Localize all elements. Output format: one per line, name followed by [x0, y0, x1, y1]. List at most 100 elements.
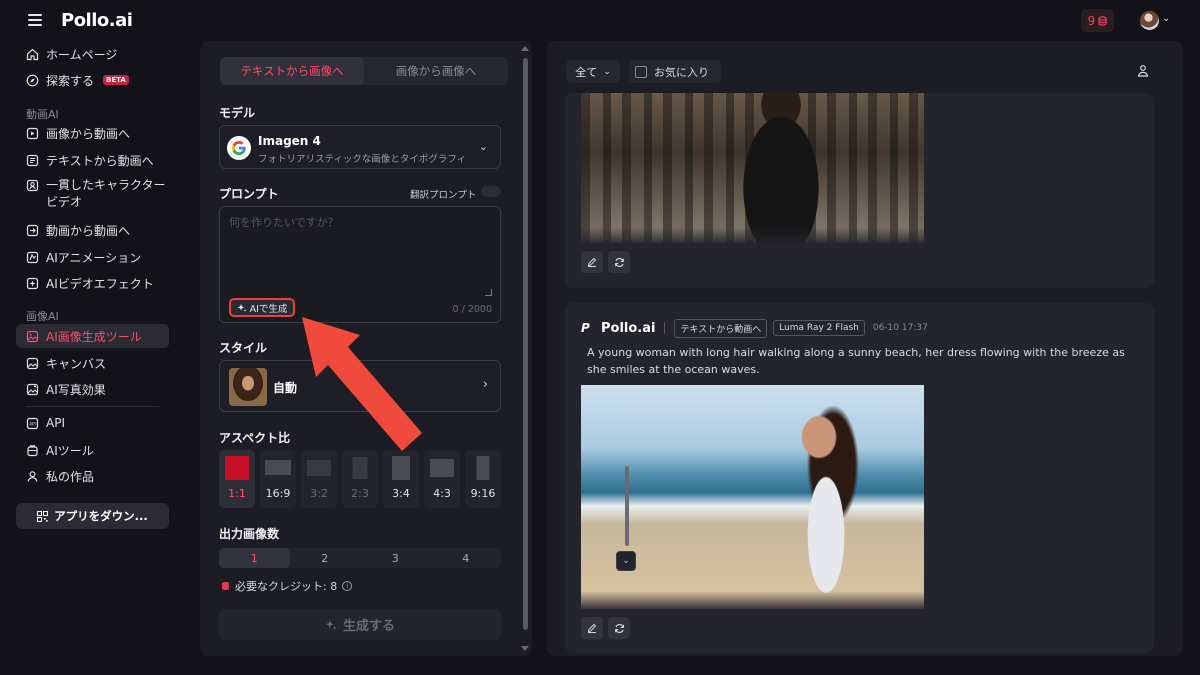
translate-toggle[interactable]: [481, 186, 501, 197]
ratio-label: 3:2: [310, 487, 328, 500]
favorites-checkbox[interactable]: [635, 65, 647, 78]
scrollbar-thumb[interactable]: [523, 58, 528, 630]
generator-panel: テキストから画像へ 画像から画像へ モデル Imagen 4 フォトリアリスティ…: [200, 41, 532, 656]
ratio-option[interactable]: 3:4: [383, 450, 419, 508]
mode-chip: テキストから動画へ: [674, 318, 768, 338]
favorites-label: お気に入り: [654, 65, 709, 79]
model-chip: Luma Ray 2 Flash: [773, 320, 865, 336]
filter-dropdown[interactable]: 全て ⌄: [566, 60, 620, 83]
chevron-down-icon[interactable]: ⌄: [1162, 13, 1170, 24]
tools-icon: [27, 444, 38, 456]
prompt-textarea[interactable]: 何を作りたいですか？ AIで生成 0 / 2000: [219, 206, 501, 323]
style-select[interactable]: 自動 ›: [219, 360, 501, 412]
download-app-button[interactable]: アプリをダウン...: [16, 503, 169, 529]
count-option[interactable]: 4: [431, 548, 502, 568]
ratio-option[interactable]: 9:16: [465, 450, 501, 508]
output-count-label: 出力画像数: [219, 527, 280, 541]
user-share-icon[interactable]: [1136, 64, 1150, 78]
sidebar-item-ai-photo-effect[interactable]: AI写真効果: [16, 377, 169, 401]
resize-handle[interactable]: [485, 289, 492, 296]
ratio-option[interactable]: 3:2: [301, 450, 337, 508]
count-option[interactable]: 1: [219, 548, 290, 568]
coin-icon: [1098, 15, 1107, 26]
generate-label: 生成する: [342, 619, 395, 634]
app-logo[interactable]: Pollo.ai: [61, 10, 133, 31]
favorites-filter[interactable]: お気に入り: [629, 60, 721, 83]
model-name: Imagen 4: [258, 134, 321, 148]
sidebar-item-ai-tools[interactable]: AIツール: [16, 438, 169, 462]
avatar[interactable]: [1140, 11, 1159, 30]
image-video-icon: [26, 127, 39, 139]
sidebar-item-ai-video-effect[interactable]: AIビデオエフェクト: [16, 271, 169, 295]
result-image[interactable]: [581, 93, 924, 243]
ratio-option[interactable]: 4:3: [424, 450, 460, 508]
sidebar-item-text-to-video[interactable]: テキストから動画へ: [16, 148, 169, 172]
tab-text-to-image[interactable]: テキストから画像へ: [220, 57, 364, 85]
google-logo-icon: [227, 136, 251, 160]
chevron-down-icon: ⌄: [622, 556, 630, 566]
ratio-option[interactable]: 2:3: [342, 450, 378, 508]
model-select[interactable]: Imagen 4 フォトリアリスティックな画像とタイポグラフィ ⌄: [219, 125, 501, 169]
ai-generate-label: AIで生成: [249, 303, 288, 315]
result-card: P Pollo.ai テキストから動画へ Luma Ray 2 Flash 06…: [565, 303, 1154, 653]
ratio-shape: [430, 459, 454, 477]
ratio-label: 1:1: [228, 487, 246, 500]
ratio-shape: [307, 460, 331, 476]
regenerate-button[interactable]: [608, 617, 630, 639]
translate-prompt-label: 翻訳プロンプト: [410, 190, 477, 201]
ratio-label: 2:3: [351, 487, 369, 500]
pencil-icon: [587, 623, 597, 633]
credits-badge[interactable]: 9: [1081, 9, 1114, 32]
svg-text:API: API: [29, 421, 36, 426]
regenerate-button[interactable]: [608, 251, 630, 273]
model-label: モデル: [219, 106, 256, 120]
ai-generate-prompt-button[interactable]: AIで生成: [229, 298, 295, 317]
sparkle-icon: [237, 303, 246, 312]
scroll-down-arrow[interactable]: [521, 646, 529, 651]
panel-scrollbar[interactable]: [520, 46, 530, 654]
sidebar-item-explore[interactable]: 探索する BETA: [16, 68, 169, 92]
sidebar-item-canvas[interactable]: キャンバス: [16, 351, 169, 375]
sidebar-item-video-to-video[interactable]: 動画から動画へ: [16, 218, 169, 242]
count-option[interactable]: 3: [360, 548, 431, 568]
style-thumbnail: [229, 368, 267, 406]
edit-button[interactable]: [581, 617, 603, 639]
model-description: フォトリアリスティックな画像とタイポグラフィ: [258, 154, 467, 165]
ratio-option[interactable]: 16:9: [260, 450, 296, 508]
ratio-shape: [225, 456, 249, 480]
filter-value: 全て: [575, 65, 598, 79]
timestamp: 06-10 17:37: [872, 323, 928, 333]
card-prompt-text: A young woman with long hair walking alo…: [587, 346, 1125, 376]
scroll-to-bottom-button[interactable]: ⌄: [616, 551, 636, 571]
tab-image-to-image[interactable]: 画像から画像へ: [364, 57, 508, 85]
sidebar-item-consistent-character[interactable]: 一貫したキャラクター ビデオ: [16, 175, 169, 209]
info-icon[interactable]: i: [342, 581, 353, 591]
sidebar-item-home[interactable]: ホームページ: [16, 42, 169, 66]
refresh-icon: [614, 623, 624, 633]
count-option[interactable]: 2: [290, 548, 361, 568]
pollo-logo-icon: P: [581, 321, 590, 335]
ratio-option[interactable]: 1:1: [219, 450, 255, 508]
style-value: 自動: [273, 381, 298, 395]
menu-icon[interactable]: [28, 14, 42, 26]
sidebar-item-my-works[interactable]: 私の作品: [16, 464, 169, 488]
text-video-icon: [26, 154, 39, 166]
refresh-icon: [614, 257, 624, 267]
result-image[interactable]: [581, 385, 924, 609]
sidebar: ホームページ 探索する BETA 動画AI 画像から動画へ テキストから動画へ …: [0, 42, 185, 675]
generate-button[interactable]: 生成する: [219, 609, 501, 640]
edit-button[interactable]: [581, 251, 603, 273]
scroll-up-arrow[interactable]: [521, 46, 529, 51]
sidebar-item-image-to-video[interactable]: 画像から動画へ: [16, 121, 169, 145]
char-counter: 0 / 2000: [452, 304, 492, 315]
sidebar-item-ai-image-generator[interactable]: AI画像生成ツール: [16, 324, 169, 348]
feed-scrollbar-thumb[interactable]: [625, 466, 629, 546]
output-count-options: 1 2 3 4: [219, 548, 501, 568]
sidebar-item-api[interactable]: API API: [16, 411, 169, 435]
prompt-placeholder: 何を作りたいですか？: [229, 216, 339, 229]
sidebar-item-ai-animation[interactable]: AIアニメーション: [16, 245, 169, 269]
section-label-video: 動画AI: [26, 108, 59, 121]
pencil-icon: [587, 257, 597, 267]
api-icon: API: [26, 417, 39, 429]
sidebar-item-label: 動画から動画へ: [46, 223, 131, 238]
